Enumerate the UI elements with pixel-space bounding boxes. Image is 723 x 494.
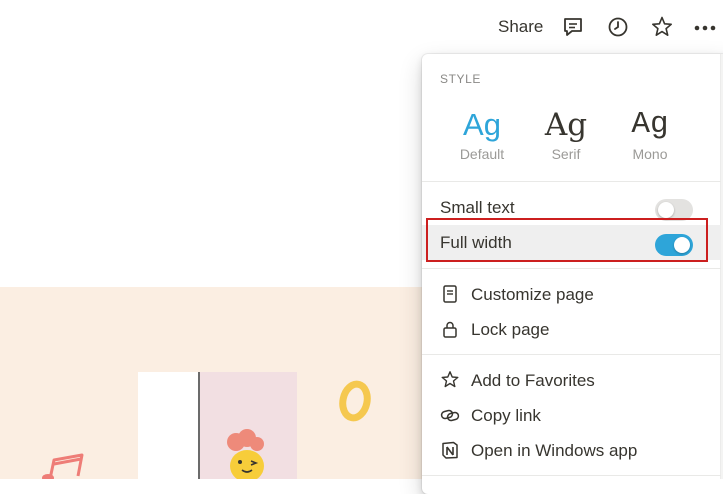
customize-page-item[interactable]: Customize page xyxy=(422,277,721,312)
divider xyxy=(422,475,721,476)
share-button[interactable]: Share xyxy=(498,17,543,37)
open-in-windows-app-item[interactable]: Open in Windows app xyxy=(422,433,721,468)
font-label-mono: Mono xyxy=(632,146,668,162)
copy-link-item[interactable]: Copy link xyxy=(422,398,721,433)
font-sample-default: Ag xyxy=(463,107,501,142)
font-label-default: Default xyxy=(459,146,505,162)
zero-doodle-icon xyxy=(339,380,371,422)
divider xyxy=(422,354,721,355)
divider xyxy=(422,268,721,269)
link-icon xyxy=(440,405,460,425)
add-to-favorites-label: Add to Favorites xyxy=(471,371,595,390)
font-sample-mono: Ag xyxy=(631,107,669,142)
top-bar: Share xyxy=(0,0,723,56)
toggle-knob xyxy=(674,237,690,253)
clock-icon[interactable] xyxy=(605,14,631,40)
lock-page-item[interactable]: Lock page xyxy=(422,312,721,347)
small-text-row[interactable]: Small text xyxy=(422,190,721,225)
open-in-windows-app-label: Open in Windows app xyxy=(471,441,638,460)
star-icon[interactable] xyxy=(649,14,675,40)
full-width-row[interactable]: Full width xyxy=(422,225,721,260)
lock-icon xyxy=(440,319,460,339)
toggle-knob xyxy=(658,202,674,218)
divider xyxy=(422,181,721,182)
font-sample-serif: Ag xyxy=(544,107,588,143)
copy-link-label: Copy link xyxy=(471,406,541,425)
notion-app-icon xyxy=(440,440,460,460)
font-option-serif[interactable]: Ag Serif xyxy=(523,104,609,162)
font-option-default[interactable]: Ag Default xyxy=(439,104,525,162)
customize-page-label: Customize page xyxy=(471,285,594,304)
character-illustration-icon xyxy=(227,429,264,479)
comment-icon[interactable] xyxy=(560,14,586,40)
more-icon[interactable] xyxy=(692,14,718,40)
small-text-label: Small text xyxy=(440,198,515,217)
style-heading: STYLE xyxy=(440,72,482,86)
page-options-menu: STYLE Ag Default Ag Serif Ag Mono Small … xyxy=(422,54,723,494)
music-note-icon xyxy=(42,453,84,479)
full-width-toggle[interactable] xyxy=(655,234,693,256)
lock-page-label: Lock page xyxy=(471,320,550,339)
page-icon xyxy=(440,284,460,304)
add-to-favorites-item[interactable]: Add to Favorites xyxy=(422,363,721,398)
full-width-label: Full width xyxy=(440,233,512,252)
small-text-toggle[interactable] xyxy=(655,199,693,221)
cover-card-white xyxy=(138,372,200,479)
font-option-mono[interactable]: Ag Mono xyxy=(607,104,693,162)
star-icon xyxy=(440,370,460,390)
font-label-serif: Serif xyxy=(551,146,581,162)
